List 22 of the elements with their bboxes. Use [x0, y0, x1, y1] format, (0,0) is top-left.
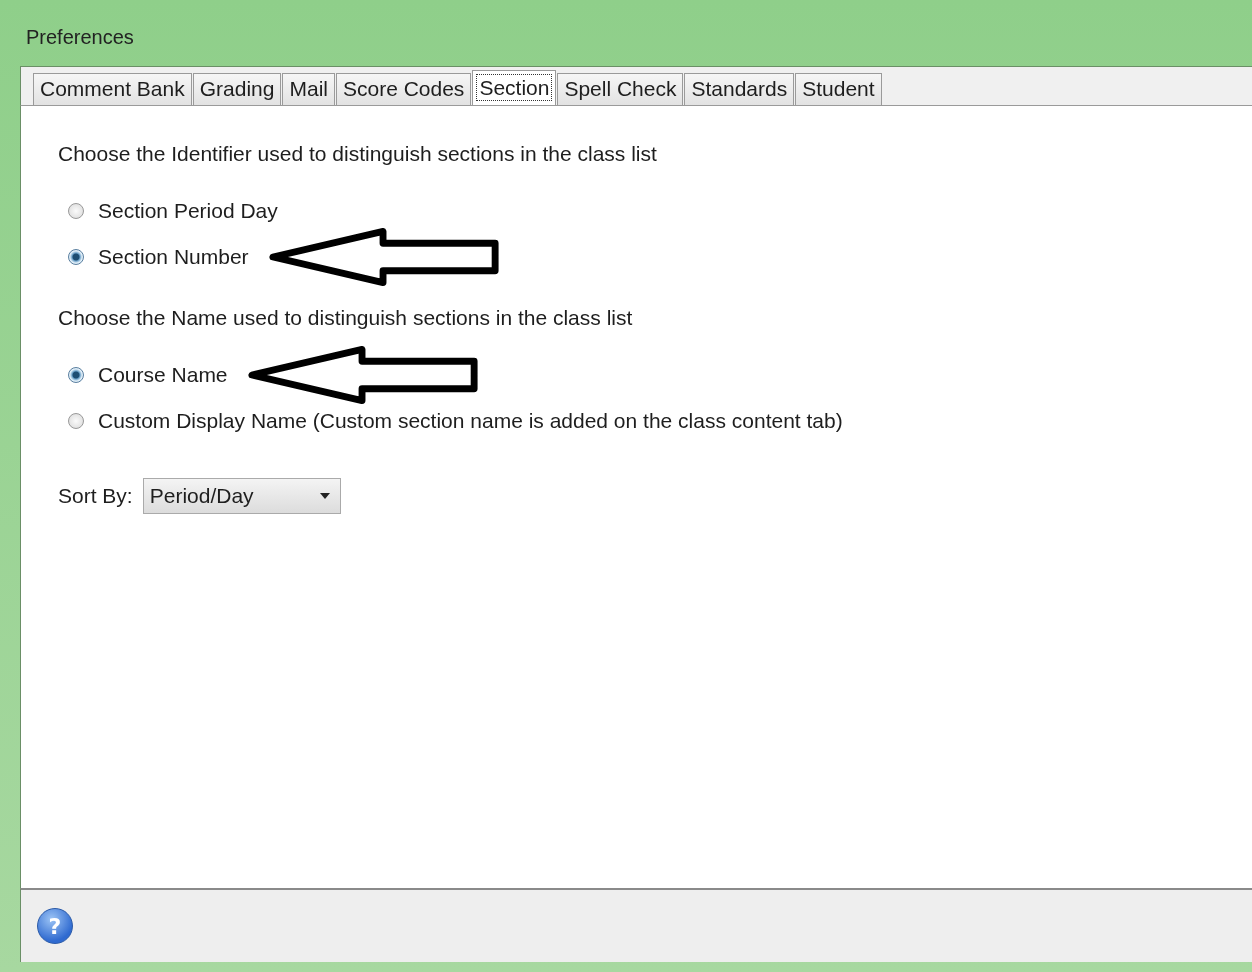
tab[interactable]: Mail	[282, 73, 335, 105]
sort-dropdown[interactable]: Period/Day	[142, 478, 341, 514]
tab[interactable]: Grading	[192, 73, 282, 105]
tab[interactable]: Spell Check	[557, 73, 684, 105]
tab[interactable]: Student	[795, 73, 882, 105]
window-title: Preferences	[26, 25, 134, 49]
tab[interactable]: Standards	[684, 73, 795, 105]
radio-label[interactable]: Custom Display Name (Custom section name is added on the class content tab)	[98, 409, 843, 433]
radio-button[interactable]	[68, 203, 84, 219]
radio-label[interactable]: Course Name	[98, 363, 228, 387]
tab[interactable]: Comment Bank	[33, 73, 192, 105]
group-prompt: Choose the Identifier used to distinguish sections in the class list	[58, 142, 658, 167]
radio-button[interactable]	[68, 367, 84, 383]
sort-label: Sort By:	[58, 484, 133, 508]
caret-icon	[319, 493, 330, 499]
radio-button[interactable]	[68, 413, 84, 429]
radio-label[interactable]: Section Number	[98, 245, 249, 269]
group-prompt: Choose the Name used to distinguish sections in the class list	[58, 306, 634, 331]
tab[interactable]: Score Codes	[335, 73, 472, 105]
radio-button[interactable]	[68, 249, 84, 265]
tab[interactable]: Section	[472, 70, 557, 105]
radio-label[interactable]: Section Period Day	[98, 199, 278, 223]
